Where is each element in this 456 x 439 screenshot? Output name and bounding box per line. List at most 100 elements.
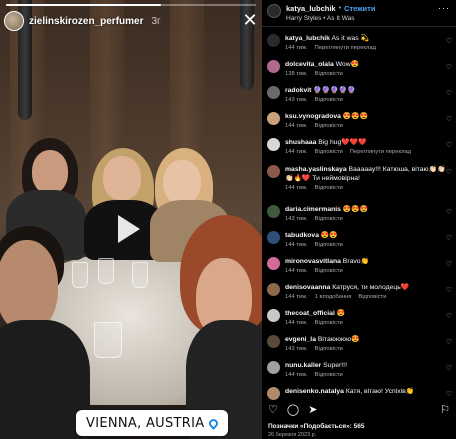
comment-username[interactable]: radokvit	[285, 87, 311, 94]
comment-time: 144 тиж.	[285, 123, 308, 129]
avatar[interactable]	[267, 257, 280, 270]
close-icon[interactable]: ✕	[242, 11, 258, 29]
follow-button[interactable]: Стежити	[344, 4, 375, 13]
reply-button[interactable]: Відповісти	[315, 346, 343, 352]
heart-icon[interactable]: ♡	[446, 63, 452, 71]
reply-button[interactable]: Відповісти	[315, 71, 343, 77]
heart-icon[interactable]: ♡	[446, 312, 452, 320]
reply-button[interactable]: Відповісти	[358, 294, 386, 300]
comment-text: radokvit 🔮🔮🔮🔮🔮	[285, 86, 452, 95]
avatar[interactable]	[267, 112, 280, 125]
play-icon[interactable]	[118, 215, 140, 243]
audio-track[interactable]: Harry Styles • As It Was	[286, 15, 433, 22]
comment-item: tabudkova 😍😍 144 тиж. Відповісти ♡	[267, 231, 452, 248]
reply-button[interactable]: Перегля­нути переклад	[315, 45, 376, 51]
share-icon[interactable]: ➤	[308, 405, 317, 416]
comment-username[interactable]: katya_lubchik	[285, 35, 330, 42]
avatar[interactable]	[267, 361, 280, 374]
likes-count[interactable]: Позначки «Подобається»: 565	[268, 423, 365, 430]
heart-icon[interactable]: ♡	[446, 364, 452, 372]
reply-button[interactable]: Відповісти	[315, 242, 343, 248]
heart-icon[interactable]: ♡	[446, 234, 452, 242]
comment-text: thecoat_official 😍	[285, 309, 452, 318]
heart-icon[interactable]: ♡	[446, 208, 452, 216]
see-translation-button[interactable]: Переглянути переклад	[350, 149, 411, 155]
comment-username[interactable]: evgeni_la	[285, 336, 316, 343]
comment-username[interactable]: denisovaanna	[285, 284, 330, 291]
comment-item: denisenko.natalya Катя, вітаю! Успіхів👏 ♡	[267, 387, 452, 400]
story-media[interactable]: zielinskirozen_perfumer 3г ✕ VIENNA, AUS…	[0, 0, 262, 439]
comment-username[interactable]: dolcevita_olala	[285, 61, 334, 68]
avatar[interactable]	[4, 11, 24, 31]
comment-icon[interactable]: ◯	[287, 405, 299, 416]
comment-username[interactable]: daria.cimermanis	[285, 206, 341, 213]
person-face	[0, 240, 58, 332]
comment-item: katya_lubchik As it was 💫 144 тиж. Перегля…	[267, 34, 452, 51]
comment-item: daria.cimermanis 😍😍😍 143 тиж. Відповісти ♡	[267, 205, 452, 222]
reply-button[interactable]: Відповісти	[315, 268, 343, 274]
comment-meta: 144 тиж. Відповісти Переглянути переклад	[285, 149, 452, 155]
avatar[interactable]	[267, 205, 280, 218]
reply-button[interactable]: Відповісти	[315, 123, 343, 129]
avatar[interactable]	[267, 335, 280, 348]
avatar[interactable]	[267, 138, 280, 151]
comment-time: 144 тиж.	[285, 372, 308, 378]
person-face	[32, 150, 68, 194]
reply-button[interactable]: Відповісти	[315, 149, 343, 155]
reply-button[interactable]: Відповісти	[315, 372, 343, 378]
comment-item: shushaaa Big hug❤️❤️❤️ 144 тиж. Відповісти…	[267, 138, 452, 155]
heart-icon[interactable]: ♡	[446, 260, 452, 268]
avatar[interactable]	[267, 165, 280, 178]
comment-username[interactable]: shushaaa	[285, 139, 316, 146]
reply-button[interactable]: Відповісти	[315, 320, 343, 326]
comment-username[interactable]: masha.yaslinskaya	[285, 166, 347, 173]
comment-username[interactable]: nunu.kaller	[285, 362, 321, 369]
reply-button[interactable]: Відповісти	[315, 185, 343, 191]
comment-username[interactable]: mironovasvitlana	[285, 258, 341, 265]
reply-button[interactable]: Відповісти	[315, 97, 343, 103]
comment-meta: 144 тиж. Відповісти	[285, 123, 452, 129]
comment-likes[interactable]: 1 вподобання	[315, 294, 352, 300]
comment-text: ksu.vynogradova 😍😍😍	[285, 112, 452, 121]
heart-icon[interactable]: ♡	[446, 338, 452, 346]
more-options-icon[interactable]: ···	[438, 4, 450, 13]
post-author[interactable]: katya_lubchik	[286, 4, 336, 13]
comment-username[interactable]: tabudkova	[285, 232, 319, 239]
comment-text: dolcevita_olala Wow😍	[285, 60, 452, 69]
comment-username[interactable]: denisenko.natalya	[285, 388, 344, 395]
avatar[interactable]	[267, 283, 280, 296]
heart-icon[interactable]: ♡	[446, 390, 452, 398]
avatar[interactable]	[267, 309, 280, 322]
story-username[interactable]: zielinskirozen_perfumer	[29, 16, 143, 27]
comment-time: 143 тиж.	[285, 97, 308, 103]
location-sticker[interactable]: VIENNA, AUSTRIA	[76, 410, 229, 436]
action-bar: ♡ ◯ ➤ ⚐	[268, 405, 450, 416]
bookmark-icon[interactable]: ⚐	[440, 405, 450, 416]
heart-icon[interactable]: ♡	[446, 168, 452, 176]
comment-item: mironovasvitlana Bravo👏 144 тиж. Відповіст…	[267, 257, 452, 274]
heart-icon[interactable]: ♡	[268, 405, 278, 416]
comment-time: 144 тиж.	[285, 185, 308, 191]
avatar[interactable]	[267, 387, 280, 400]
comment-item: nunu.kaller Super!!! 144 тиж. Відповісти ♡	[267, 361, 452, 378]
avatar[interactable]	[267, 34, 280, 47]
heart-icon[interactable]: ♡	[446, 286, 452, 294]
heart-icon[interactable]: ♡	[446, 89, 452, 97]
comment-item: ksu.vynogradova 😍😍😍 144 тиж. Відповісти ♡	[267, 112, 452, 129]
comment-username[interactable]: thecoat_official	[285, 310, 335, 317]
avatar[interactable]	[267, 60, 280, 73]
avatar[interactable]	[267, 86, 280, 99]
comment-username[interactable]: ksu.vynogradova	[285, 113, 341, 120]
comment-body: Катруся, ти молодець❤️	[332, 284, 410, 291]
comment-body: 😍😍😍	[342, 206, 369, 213]
heart-icon[interactable]: ♡	[446, 141, 452, 149]
comment-meta: 143 тиж. Відповісти	[285, 216, 452, 222]
heart-icon[interactable]: ♡	[446, 37, 452, 45]
avatar[interactable]	[267, 231, 280, 244]
reply-button[interactable]: Відповісти	[315, 216, 343, 222]
heart-icon[interactable]: ♡	[446, 115, 452, 123]
avatar[interactable]	[267, 4, 281, 18]
comment-meta: 143 тиж. Відповісти	[285, 97, 452, 103]
comment-text: mironovasvitlana Bravo👏	[285, 257, 452, 266]
comment-text: evgeni_la Вітаюююю😍	[285, 335, 452, 344]
